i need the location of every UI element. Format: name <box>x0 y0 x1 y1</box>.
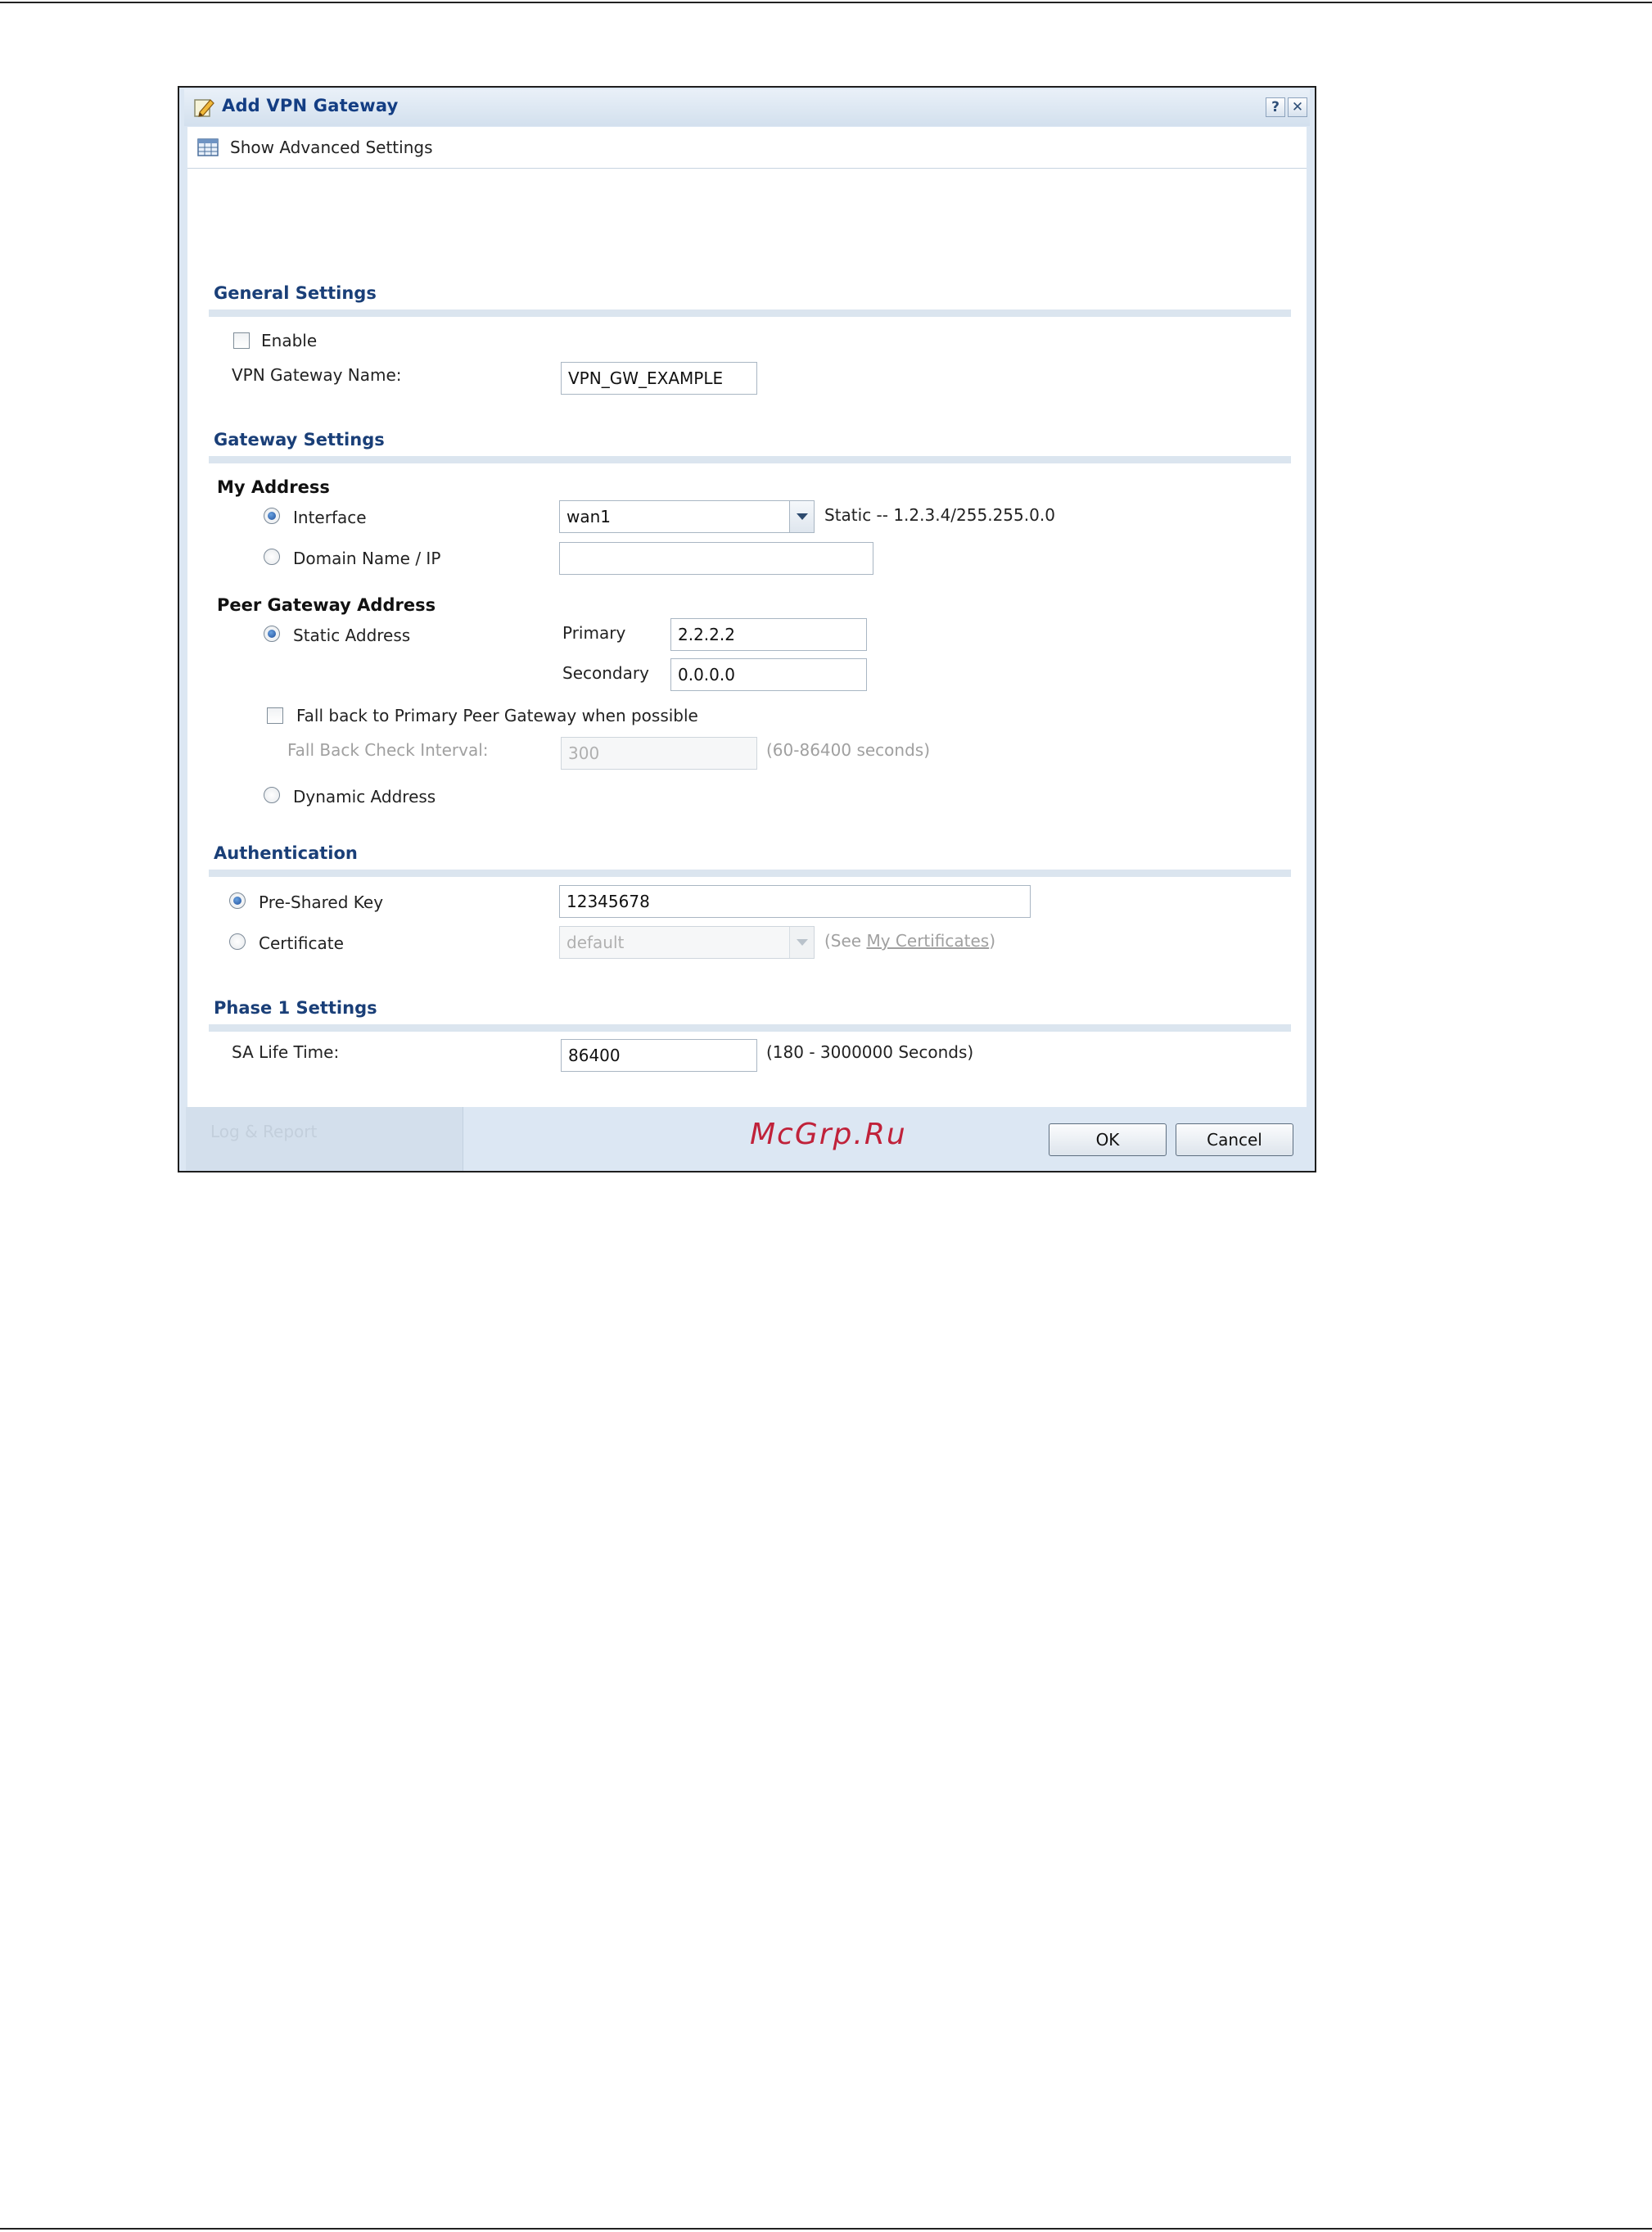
footer-background-panel: Log & Report <box>186 1107 463 1171</box>
gateway-settings-title: Gateway Settings <box>214 430 385 450</box>
certificate-select-value: default <box>566 933 625 952</box>
table-settings-icon[interactable] <box>197 138 219 156</box>
sa-life-time-hint: (180 - 3000000 Seconds) <box>766 1042 974 1062</box>
add-vpn-gateway-dialog: Add VPN Gateway ? ✕ Show Advanced Settin… <box>178 86 1316 1172</box>
interface-radio[interactable] <box>264 508 280 524</box>
show-advanced-settings-link[interactable]: Show Advanced Settings <box>230 138 433 157</box>
page-top-rule <box>0 2 1652 3</box>
vpn-gateway-name-label: VPN Gateway Name: <box>232 365 402 385</box>
certificate-hint: (See My Certificates) <box>824 931 995 951</box>
secondary-label: Secondary <box>562 663 649 683</box>
dynamic-address-radio[interactable] <box>264 787 280 803</box>
fallback-interval-hint: (60-86400 seconds) <box>766 740 930 760</box>
my-address-title: My Address <box>217 477 330 497</box>
domain-name-ip-label: Domain Name / IP <box>293 549 441 568</box>
domain-name-ip-input[interactable] <box>559 542 873 575</box>
background-menu-ghost-text: Log & Report <box>210 1122 318 1141</box>
watermark: McGrp.Ru <box>750 1118 907 1151</box>
dialog-toolbar: Show Advanced Settings <box>187 127 1307 169</box>
certificate-label: Certificate <box>259 933 344 953</box>
page-bottom-rule <box>0 2228 1652 2230</box>
primary-address-input[interactable]: 2.2.2.2 <box>670 618 867 651</box>
dialog-titlebar: Add VPN Gateway ? ✕ <box>184 89 1310 126</box>
domain-name-ip-radio[interactable] <box>264 549 280 565</box>
dialog-title: Add VPN Gateway <box>222 96 399 115</box>
authentication-title: Authentication <box>214 843 358 863</box>
enable-checkbox[interactable] <box>233 332 250 349</box>
interface-select-value: wan1 <box>566 507 612 526</box>
pre-shared-key-radio[interactable] <box>229 892 246 909</box>
certificate-radio[interactable] <box>229 933 246 950</box>
enable-label: Enable <box>261 331 318 350</box>
fallback-interval-input[interactable]: 300 <box>561 737 757 770</box>
chevron-down-icon[interactable] <box>789 927 814 958</box>
dialog-footer: Log & Report McGrp.Ru OK Cancel <box>179 1107 1315 1171</box>
pre-shared-key-label: Pre-Shared Key <box>259 892 384 912</box>
ok-button[interactable]: OK <box>1049 1123 1167 1156</box>
sa-life-time-input[interactable]: 86400 <box>561 1039 757 1072</box>
peer-gateway-address-title: Peer Gateway Address <box>217 595 436 615</box>
cancel-button[interactable]: Cancel <box>1176 1123 1293 1156</box>
certificate-hint-suffix: ) <box>989 931 996 951</box>
static-address-label: Static Address <box>293 626 411 645</box>
phase-1-settings-divider <box>209 1024 1291 1032</box>
gateway-settings-divider <box>209 456 1291 463</box>
chevron-down-icon[interactable] <box>789 501 814 532</box>
help-button[interactable]: ? <box>1266 97 1285 117</box>
interface-label: Interface <box>293 508 367 527</box>
sa-life-time-label: SA Life Time: <box>232 1042 340 1062</box>
primary-label: Primary <box>562 623 626 643</box>
dynamic-address-label: Dynamic Address <box>293 787 436 807</box>
certificate-hint-prefix: (See <box>824 931 867 951</box>
phase-1-settings-title: Phase 1 Settings <box>214 998 377 1018</box>
close-button[interactable]: ✕ <box>1288 97 1307 117</box>
general-settings-title: General Settings <box>214 283 377 303</box>
fallback-interval-label: Fall Back Check Interval: <box>287 740 489 760</box>
interface-static-info: Static -- 1.2.3.4/255.255.0.0 <box>824 505 1055 525</box>
fallback-primary-checkbox[interactable] <box>267 707 283 724</box>
general-settings-divider <box>209 309 1291 317</box>
static-address-radio[interactable] <box>264 626 280 642</box>
vpn-gateway-name-input[interactable]: VPN_GW_EXAMPLE <box>561 362 757 395</box>
authentication-divider <box>209 870 1291 877</box>
fallback-primary-label: Fall back to Primary Peer Gateway when p… <box>296 706 698 725</box>
secondary-address-input[interactable]: 0.0.0.0 <box>670 658 867 691</box>
my-certificates-link[interactable]: My Certificates <box>866 931 989 951</box>
dialog-content: General Settings Enable VPN Gateway Name… <box>187 169 1307 1107</box>
pre-shared-key-input[interactable]: 12345678 <box>559 885 1031 918</box>
edit-pencil-icon <box>194 99 214 117</box>
interface-select[interactable]: wan1 <box>559 500 815 533</box>
certificate-select[interactable]: default <box>559 926 815 959</box>
